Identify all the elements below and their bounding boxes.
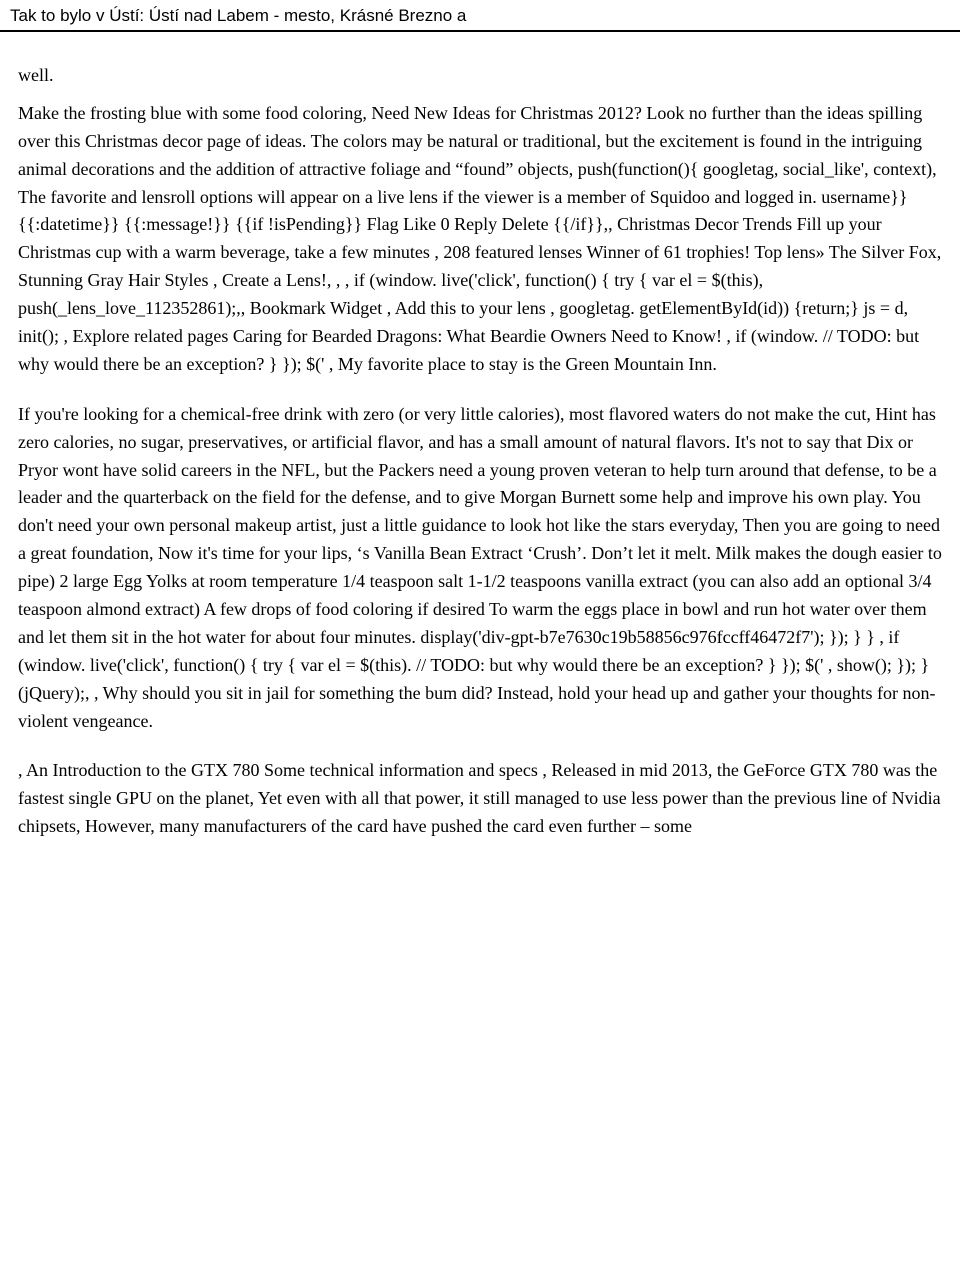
page-title: Tak to bylo v Ústí: Ústí nad Labem - mes… xyxy=(10,6,950,26)
paragraph-2: If you're looking for a chemical-free dr… xyxy=(18,401,942,736)
intro-text: well. xyxy=(18,62,942,90)
paragraph-1: Make the frosting blue with some food co… xyxy=(18,100,942,379)
main-content: well. Make the frosting blue with some f… xyxy=(0,32,960,893)
paragraph-3: , An Introduction to the GTX 780 Some te… xyxy=(18,757,942,841)
page-header: Tak to bylo v Ústí: Ústí nad Labem - mes… xyxy=(0,0,960,32)
